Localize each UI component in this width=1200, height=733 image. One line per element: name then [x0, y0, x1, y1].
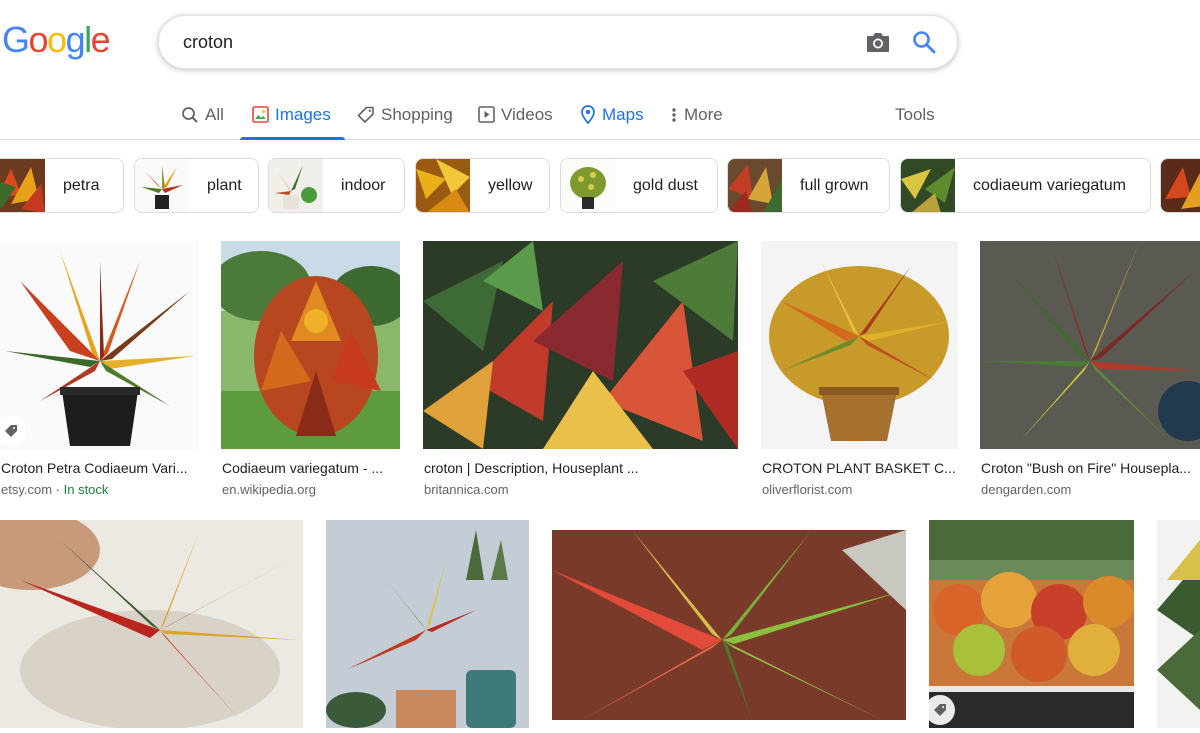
chip-codiaeum-variegatum[interactable]: codiaeum variegatum [900, 158, 1151, 213]
tab-images[interactable]: Images [240, 90, 345, 140]
play-icon [478, 106, 495, 123]
result-source[interactable]: dengarden.com [981, 482, 1071, 497]
result-source[interactable]: britannica.com [424, 482, 509, 497]
logo-letter: G [2, 19, 30, 60]
search-nav: All Images Shopping Videos Maps More Too… [0, 90, 1200, 140]
related-chips: petra plant indoor yellow gold dust full… [0, 158, 1200, 214]
chip-label: gold dust [633, 176, 698, 194]
tab-more[interactable]: More [670, 90, 723, 139]
result-image[interactable] [929, 520, 1134, 728]
chip-label: yellow [488, 176, 533, 194]
tab-shopping[interactable]: Shopping [357, 90, 453, 139]
chip-yellow[interactable]: yellow [415, 158, 550, 213]
chip-gold-dust[interactable]: gold dust [560, 158, 718, 213]
result-image[interactable] [552, 530, 906, 733]
chip-thumbnail [1161, 159, 1200, 212]
chip-full-grown[interactable]: full grown [727, 158, 890, 213]
result-source[interactable]: etsy.com · In stock [1, 482, 108, 497]
tab-label: All [205, 104, 224, 124]
tab-label: Shopping [381, 104, 453, 124]
result-title[interactable]: Croton Petra Codiaeum Vari... [1, 460, 196, 476]
dots-vertical-icon [672, 107, 676, 122]
result-image[interactable] [0, 241, 199, 449]
chip-thumbnail [901, 159, 955, 212]
chip-petra[interactable]: petra [0, 158, 124, 213]
chip-label: codiaeum variegatum [973, 176, 1126, 194]
price-tag-badge [925, 695, 955, 725]
camera-icon[interactable] [865, 30, 891, 54]
result-title[interactable]: Codiaeum variegatum - ... [222, 460, 401, 476]
chip-label: indoor [341, 176, 386, 194]
chip-thumbnail [0, 159, 45, 212]
result-image[interactable] [761, 241, 958, 449]
logo-letter: g [65, 19, 86, 60]
source-domain: etsy.com [1, 482, 53, 497]
chip-indoor[interactable]: indoor [268, 158, 405, 213]
search-input[interactable]: croton [183, 16, 233, 68]
tab-maps[interactable]: Maps [580, 90, 644, 139]
result-image[interactable] [1157, 520, 1200, 728]
map-pin-icon [581, 105, 595, 124]
tag-icon [357, 106, 374, 123]
chip-thumbnail [561, 159, 615, 212]
search-icon [182, 106, 198, 123]
chip-label: petra [63, 176, 100, 194]
tag-icon [934, 704, 946, 716]
chip-thumbnail [416, 159, 470, 212]
chip-more[interactable] [1160, 158, 1200, 213]
google-logo[interactable]: Google [2, 19, 111, 60]
chip-thumbnail [269, 159, 323, 212]
result-title[interactable]: Croton "Bush on Fire" Housepla... [981, 460, 1198, 476]
logo-letter: o [28, 19, 49, 60]
chip-thumbnail [135, 159, 189, 212]
chip-plant[interactable]: plant [134, 158, 259, 213]
result-image[interactable] [0, 520, 303, 728]
search-icon[interactable] [911, 29, 937, 55]
chip-label: plant [207, 176, 242, 194]
result-image[interactable] [221, 241, 400, 449]
image-icon [252, 106, 269, 123]
result-title[interactable]: croton | Description, Houseplant ... [424, 460, 739, 476]
logo-letter: o [47, 19, 67, 60]
result-image[interactable] [980, 241, 1200, 449]
result-source[interactable]: en.wikipedia.org [222, 482, 316, 497]
tools-button[interactable]: Tools [895, 90, 935, 139]
result-title[interactable]: CROTON PLANT BASKET C... [762, 460, 959, 476]
tools-label: Tools [895, 104, 935, 124]
search-box[interactable]: croton [158, 15, 958, 69]
result-image[interactable] [423, 241, 738, 449]
stock-status: · In stock [52, 482, 109, 497]
result-image[interactable] [326, 520, 529, 728]
result-source[interactable]: oliverflorist.com [762, 482, 852, 497]
logo-letter: e [90, 19, 111, 60]
tag-icon [5, 425, 17, 437]
tab-label: Videos [501, 104, 553, 124]
chip-label: full grown [800, 176, 869, 194]
chip-thumbnail [728, 159, 782, 212]
tab-all[interactable]: All [181, 90, 224, 139]
tab-videos[interactable]: Videos [478, 90, 553, 139]
tab-label: Images [275, 104, 331, 124]
tab-label: Maps [602, 104, 644, 124]
tab-label: More [684, 104, 723, 124]
